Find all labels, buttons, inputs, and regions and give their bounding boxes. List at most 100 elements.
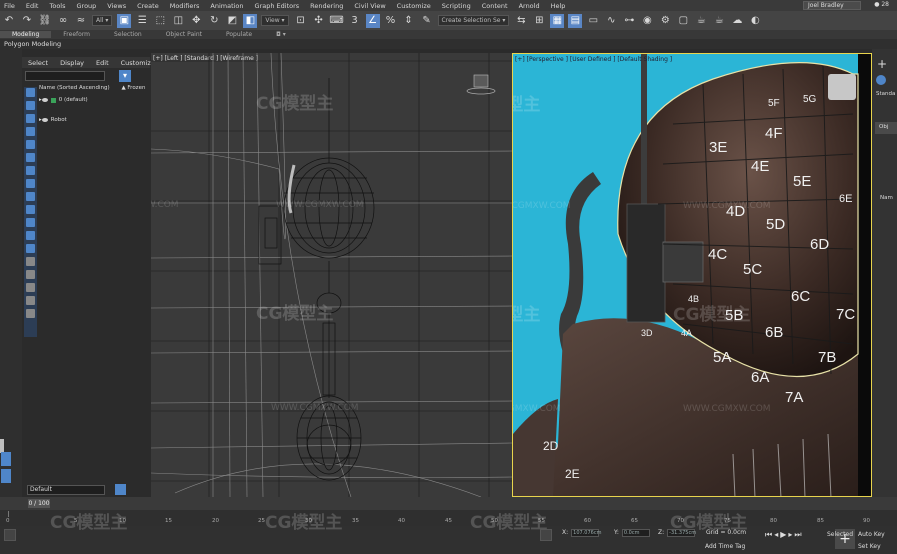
- display-frozen-icon[interactable]: [26, 218, 35, 227]
- menu-content[interactable]: Content: [478, 2, 515, 10]
- list-item[interactable]: ▸ 0 (default): [39, 97, 88, 103]
- auto-key-button[interactable]: Auto Key: [858, 531, 885, 538]
- viewport-layout-icon[interactable]: [1, 452, 11, 466]
- key-mode-dropdown[interactable]: Selected: [827, 531, 853, 538]
- display-geometry-icon[interactable]: [26, 88, 35, 97]
- display-all-icon[interactable]: [26, 244, 35, 253]
- menu-help[interactable]: Help: [547, 2, 573, 10]
- keyboard-shortcut-icon[interactable]: ⌨: [329, 14, 343, 28]
- trackbar[interactable]: 0 5 10 15 20 25 30 35 40 45 50 55 60 65 …: [0, 510, 897, 526]
- render-cloud-icon[interactable]: ☁: [730, 14, 744, 28]
- window-crossing-icon[interactable]: ◫: [171, 14, 185, 28]
- menu-views[interactable]: Views: [103, 2, 133, 10]
- bind-spacewarp-icon[interactable]: ≈: [74, 14, 88, 28]
- menu-civil-view[interactable]: Civil View: [350, 2, 392, 10]
- list-item[interactable]: ▸ Robot: [39, 117, 67, 123]
- menu-customize[interactable]: Customize: [393, 2, 438, 10]
- tab-object-paint[interactable]: Object Paint: [154, 31, 214, 38]
- coord-z-input[interactable]: -31.375cm: [667, 529, 696, 537]
- create-tab-icon[interactable]: +: [877, 57, 887, 71]
- display-shapes-icon[interactable]: [26, 101, 35, 110]
- edit-named-selection-icon[interactable]: ✎: [420, 14, 434, 28]
- menu-create[interactable]: Create: [133, 2, 166, 10]
- curve-editor-icon[interactable]: ∿: [604, 14, 618, 28]
- display-spacewarps-icon[interactable]: [26, 153, 35, 162]
- find-icon[interactable]: [26, 309, 35, 318]
- tab-populate[interactable]: Populate: [214, 31, 264, 38]
- percent-snap-icon[interactable]: %: [384, 14, 398, 28]
- snaps-toggle-icon[interactable]: 3: [348, 14, 362, 28]
- menu-file[interactable]: File: [0, 2, 22, 10]
- column-name[interactable]: Name (Sorted Ascending): [39, 85, 110, 91]
- tab-freeform[interactable]: Freeform: [51, 31, 102, 38]
- named-selection-set-dropdown[interactable]: Create Selection Se ▾: [437, 15, 510, 26]
- visibility-eye-icon[interactable]: [41, 118, 48, 122]
- scene-explorer-toggle-icon[interactable]: ▦: [550, 13, 565, 28]
- arnold-icon[interactable]: ◐: [748, 14, 762, 28]
- viewport-label[interactable]: [+] [Perspective ] [User Defined ] [Defa…: [515, 56, 672, 63]
- rendered-frame-icon[interactable]: ▢: [676, 14, 690, 28]
- undo-icon[interactable]: ↶: [2, 14, 16, 28]
- maxscript-listener-icon[interactable]: [4, 529, 16, 541]
- menu-scripting[interactable]: Scripting: [438, 2, 478, 10]
- tab-modeling[interactable]: Modeling: [0, 31, 52, 38]
- invert-display-icon[interactable]: [26, 270, 35, 279]
- name-and-color-rollout[interactable]: Nam: [880, 195, 893, 201]
- menu-arnold[interactable]: Arnold: [515, 2, 547, 10]
- filter-icon[interactable]: ▾: [119, 70, 131, 82]
- mirror-icon[interactable]: ⇆: [514, 14, 528, 28]
- viewcube-icon[interactable]: [466, 74, 496, 95]
- schematic-view-icon[interactable]: ⊶: [622, 14, 636, 28]
- rect-selection-icon[interactable]: ⬚: [153, 14, 167, 28]
- add-time-tag[interactable]: Add Time Tag: [705, 543, 745, 550]
- explorer-search-input[interactable]: [25, 71, 105, 81]
- link-icon[interactable]: ⛓: [38, 14, 52, 28]
- standard-primitives-dropdown[interactable]: Standa: [876, 91, 895, 97]
- pivot-icon[interactable]: ⊡: [294, 14, 308, 28]
- unlink-icon[interactable]: ∞: [56, 14, 70, 28]
- viewport-perspective[interactable]: 5F 5G 3E 4F 4E 5E 4D 5D 6D 6E 4C 5C 6C 5…: [512, 53, 872, 497]
- user-account-dropdown[interactable]: Joel Bradley: [803, 1, 861, 10]
- ribbon-options-icon[interactable]: ◘ ▾: [264, 31, 298, 38]
- spinner-snap-icon[interactable]: ⇕: [402, 14, 416, 28]
- menu-rendering[interactable]: Rendering: [306, 2, 350, 10]
- render-teapot-icon[interactable]: ☕: [694, 14, 708, 28]
- viewport-layout-alt-icon[interactable]: [1, 469, 11, 483]
- help-badge[interactable]: ● 28: [874, 1, 889, 8]
- filter-settings-icon[interactable]: [26, 296, 35, 305]
- display-children-icon[interactable]: [26, 283, 35, 292]
- dock-handle[interactable]: [0, 439, 4, 453]
- align-icon[interactable]: ⊞: [532, 14, 546, 28]
- scale-icon[interactable]: ◩: [225, 14, 239, 28]
- selection-filter-dropdown[interactable]: All ▾: [92, 15, 113, 26]
- menu-group[interactable]: Group: [73, 2, 104, 10]
- explorer-column-header[interactable]: Name (Sorted Ascending) ▲ Frozen: [39, 85, 145, 91]
- layer-explorer-icon[interactable]: ▤: [568, 13, 583, 28]
- explorer-menu-display[interactable]: Display: [54, 59, 90, 67]
- menu-animation[interactable]: Animation: [206, 2, 250, 10]
- display-bones-icon[interactable]: [26, 192, 35, 201]
- go-to-end-icon[interactable]: ⏭: [794, 530, 803, 539]
- display-lights-icon[interactable]: [26, 114, 35, 123]
- coord-y-input[interactable]: 0.0cm: [621, 529, 650, 537]
- ribbon-panel-label[interactable]: Polygon Modeling: [0, 39, 897, 49]
- ribbon-toggle-icon[interactable]: ▭: [586, 14, 600, 28]
- layer-dropdown[interactable]: Default: [27, 485, 105, 495]
- select-manipulate-icon[interactable]: ✣: [312, 14, 326, 28]
- material-editor-icon[interactable]: ◉: [640, 14, 654, 28]
- move-icon[interactable]: ✥: [189, 14, 203, 28]
- geometry-category-icon[interactable]: [876, 75, 886, 85]
- coord-x-input[interactable]: 107.076cm: [571, 529, 601, 537]
- visibility-eye-icon[interactable]: [41, 98, 48, 102]
- rotate-icon[interactable]: ↻: [207, 14, 221, 28]
- render-production-icon[interactable]: ☕: [712, 14, 726, 28]
- select-by-name-icon[interactable]: ☰: [135, 14, 149, 28]
- menu-graph-editors[interactable]: Graph Editors: [251, 2, 307, 10]
- menu-edit[interactable]: Edit: [22, 2, 46, 10]
- display-groups-icon[interactable]: [26, 166, 35, 175]
- explorer-menu-select[interactable]: Select: [22, 59, 54, 67]
- select-object-icon[interactable]: ▣: [117, 13, 132, 28]
- reference-coordinate-dropdown[interactable]: View ▾: [261, 15, 289, 26]
- display-hidden-icon[interactable]: [26, 231, 35, 240]
- display-xrefs-icon[interactable]: [26, 179, 35, 188]
